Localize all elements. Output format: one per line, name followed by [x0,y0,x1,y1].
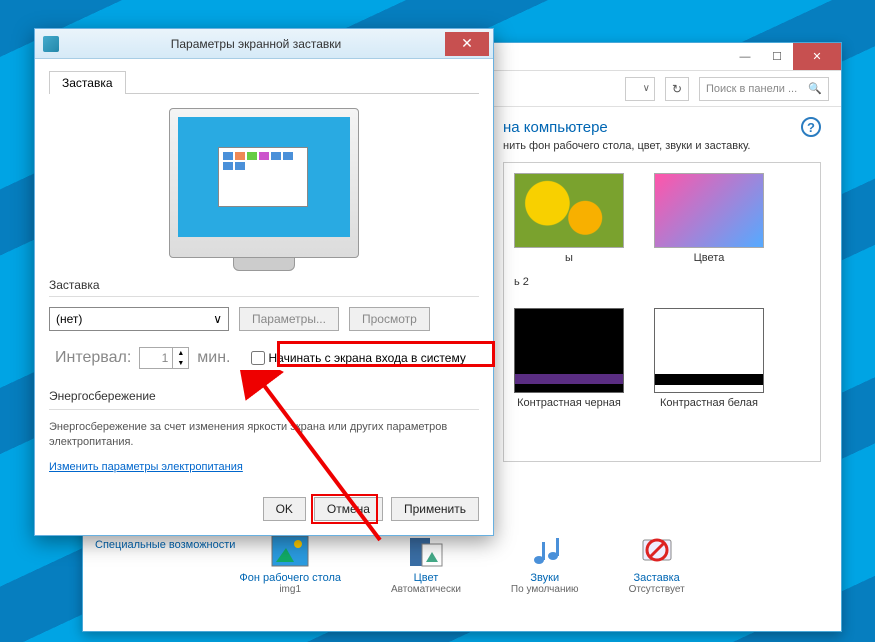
theme-item-hc-white[interactable]: Контрастная белая [654,308,764,409]
sounds-icon [525,532,565,572]
interval-spinner[interactable]: ▲ ▼ [139,347,189,369]
refresh-button[interactable]: ↻ [665,77,689,101]
minimize-button[interactable]: — [729,43,761,70]
power-settings-link[interactable]: Изменить параметры электропитания [49,461,243,473]
close-button[interactable]: ✕ [793,43,841,70]
monitor-frame [169,108,359,258]
energy-text: Энергосбережение за счет изменения яркос… [49,420,479,451]
chevron-down-icon: ∨ [213,312,222,326]
theme-label: Контрастная белая [660,397,758,409]
row-suffix: ь 2 [514,276,810,288]
theme-thumb [654,308,764,393]
dialog-icon [43,36,59,52]
bottom-label: Фон рабочего стола [239,572,341,584]
monitor-preview [49,108,479,258]
search-icon: 🔍 [808,82,822,95]
dialog-footer: OK Отмена Применить [35,487,493,535]
theme-item-colors[interactable]: Цвета [654,173,764,264]
theme-item-flowers[interactable]: ы [514,173,624,264]
login-checkbox-label: Начинать с экрана входа в систему [269,351,466,365]
bottom-label: Звуки [530,572,559,584]
interval-input[interactable] [140,348,172,368]
monitor-screen [178,117,350,237]
dialog-title: Параметры экранной заставки [67,37,445,51]
dialog-titlebar: Параметры экранной заставки ✕ [35,29,493,59]
dropdown-value: (нет) [56,312,82,326]
preview-button[interactable]: Просмотр [349,307,430,331]
tab-screensaver[interactable]: Заставка [49,71,126,94]
help-icon[interactable]: ? [801,117,821,137]
spinner-down-icon[interactable]: ▼ [173,358,188,368]
themes-panel: ы Цвета ь 2 Контрастная черная Контрастн… [503,162,821,462]
bottom-value: img1 [279,584,301,595]
apply-button[interactable]: Применить [391,497,479,521]
interval-label: Интервал: [55,349,131,367]
bottom-item-sounds[interactable]: Звуки По умолчанию [511,532,579,595]
login-checkbox[interactable] [251,351,265,365]
theme-thumb [514,308,624,393]
screensaver-icon [637,532,677,572]
interval-unit: мин. [197,349,230,367]
theme-label: Контрастная черная [517,397,621,409]
bottom-value: Автоматически [391,584,461,595]
energy-heading: Энергосбережение [49,389,479,403]
cancel-label: Отмена [327,502,370,516]
ok-button[interactable]: OK [263,497,306,521]
bottom-item-background[interactable]: Фон рабочего стола img1 [239,532,341,595]
bottom-item-screensaver[interactable]: Заставка Отсутствует [629,532,685,595]
settings-button[interactable]: Параметры... [239,307,339,331]
wallpaper-icon [270,532,310,572]
bottom-value: Отсутствует [629,584,685,595]
theme-item-hc-black[interactable]: Контрастная черная [514,308,624,409]
search-input[interactable]: Поиск в панели ... 🔍 [699,77,829,101]
screensaver-dialog: Параметры экранной заставки ✕ Заставка З… [34,28,494,536]
bottom-row: Фон рабочего стола img1 Цвет Автоматичес… [83,532,841,595]
theme-label: Цвета [694,252,725,264]
tabstrip: Заставка [49,71,479,94]
theme-thumb [654,173,764,248]
theme-thumb [514,173,624,248]
bottom-label: Заставка [633,572,679,584]
search-placeholder: Поиск в панели ... [706,83,797,95]
cancel-button[interactable]: Отмена [314,497,383,521]
address-dropdown[interactable]: ∨ [625,77,655,101]
bottom-value: По умолчанию [511,584,579,595]
login-checkbox-wrap[interactable]: Начинать с экрана входа в систему [251,351,466,365]
screensaver-dropdown[interactable]: (нет) ∨ [49,307,229,331]
interval-row: Интервал: ▲ ▼ мин. Начинать с экрана вхо… [49,341,479,375]
theme-label: ы [565,252,573,264]
maximize-button[interactable]: ☐ [761,43,793,70]
bottom-label: Цвет [414,572,439,584]
bottom-item-color[interactable]: Цвет Автоматически [391,532,461,595]
color-icon [406,532,446,572]
screensaver-label: Заставка [49,278,479,292]
dialog-close-button[interactable]: ✕ [445,32,489,56]
spinner-up-icon[interactable]: ▲ [173,348,188,358]
